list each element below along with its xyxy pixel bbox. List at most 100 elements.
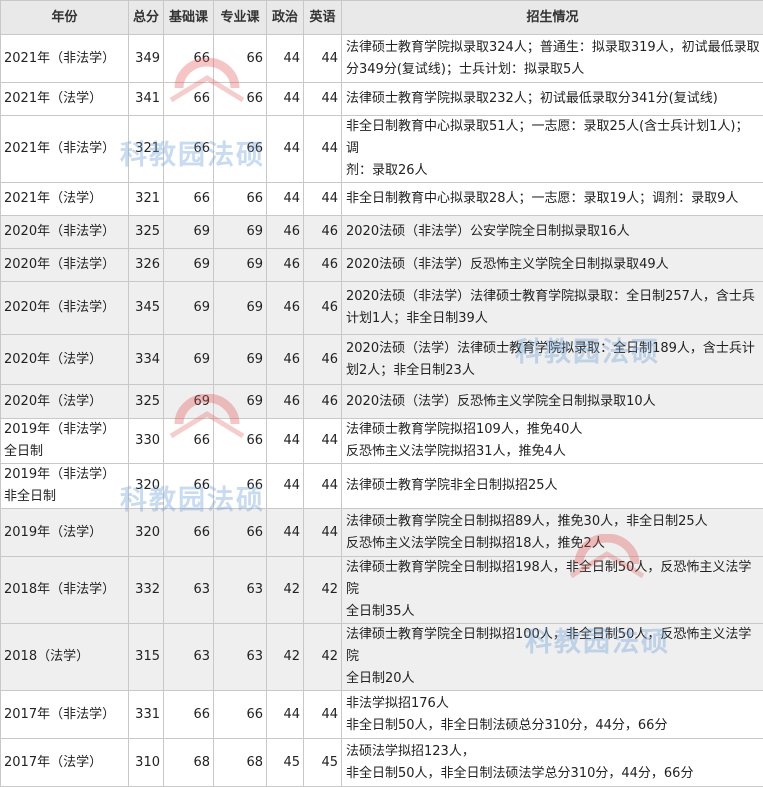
cell-total: 330 <box>129 419 164 464</box>
cell-politics: 46 <box>267 335 304 385</box>
cell-major: 66 <box>214 691 267 739</box>
cell-major: 66 <box>214 464 267 509</box>
table-row: 2020年（非法学）325696946462020法硕（非法学）公安学院全日制拟… <box>1 216 763 249</box>
table-body: 2021年（非法学）34966664444法律硕士教育学院拟录取324人；普通生… <box>1 35 763 787</box>
cell-major: 66 <box>214 35 267 83</box>
info-line: 非全日制50人，非全日制法硕法学总分310分，44分，66分 <box>346 763 760 785</box>
cell-year: 2017年（法学） <box>1 739 129 787</box>
cell-major: 66 <box>214 116 267 183</box>
header-year: 年份 <box>1 1 129 35</box>
cell-english: 44 <box>304 83 342 116</box>
cell-total: 321 <box>129 116 164 183</box>
cell-total: 315 <box>129 624 164 691</box>
cell-year: 2019年（法学） <box>1 509 129 557</box>
cell-english: 46 <box>304 385 342 419</box>
cell-politics: 44 <box>267 83 304 116</box>
cell-info: 法律硕士教育学院全日制拟招198人，非全日制50人，反恐怖主义法学院全日制35人 <box>342 557 763 624</box>
cell-info: 法律硕士教育学院非全日制拟招25人 <box>342 464 763 509</box>
cell-info: 2020法硕（法学）法律硕士教育学院拟录取：全日制189人，含士兵计划2人；非全… <box>342 335 763 385</box>
info-line: 非法学拟招176人 <box>346 693 760 715</box>
cell-politics: 46 <box>267 249 304 282</box>
cell-year: 2021年（非法学） <box>1 116 129 183</box>
cell-info: 法律硕士教育学院拟录取324人；普通生：拟录取319人，初试最低录取分349分(… <box>342 35 763 83</box>
cell-major: 66 <box>214 83 267 116</box>
info-line: 划2人；非全日制23人 <box>346 360 760 382</box>
cell-total: 326 <box>129 249 164 282</box>
cell-total: 349 <box>129 35 164 83</box>
cell-basic: 66 <box>164 509 214 557</box>
cell-english: 44 <box>304 464 342 509</box>
table-row: 2018（法学）31563634242法律硕士教育学院全日制拟招100人，非全日… <box>1 624 763 691</box>
cell-basic: 66 <box>164 83 214 116</box>
cell-english: 46 <box>304 216 342 249</box>
cell-year: 2019年（非法学）非全日制 <box>1 464 129 509</box>
cell-info: 2020法硕（法学）反恐怖主义学院全日制拟录取10人 <box>342 385 763 419</box>
cell-politics: 44 <box>267 35 304 83</box>
cell-politics: 44 <box>267 183 304 216</box>
info-line: 非全日制教育中心拟录取51人；一志愿：录取25人(含士兵计划1人)；调 <box>346 116 760 160</box>
info-line: 法律硕士教育学院全日制拟招198人，非全日制50人，反恐怖主义法学院 <box>346 557 760 601</box>
header-english: 英语 <box>304 1 342 35</box>
cell-year: 2018（法学） <box>1 624 129 691</box>
cell-politics: 42 <box>267 557 304 624</box>
table-row: 2021年（非法学）34966664444法律硕士教育学院拟录取324人；普通生… <box>1 35 763 83</box>
cell-year: 2020年（法学） <box>1 385 129 419</box>
cell-info: 非全日制教育中心拟录取28人；一志愿：录取19人；调剂：录取9人 <box>342 183 763 216</box>
cell-total: 331 <box>129 691 164 739</box>
cell-info: 法律硕士教育学院全日制拟招89人，推免30人，非全日制25人反恐怖主义法学院全日… <box>342 509 763 557</box>
info-line: 全日制20人 <box>346 668 760 690</box>
cell-english: 44 <box>304 509 342 557</box>
cell-total: 345 <box>129 282 164 335</box>
header-info: 招生情况 <box>342 1 763 35</box>
info-line: 分349分(复试线)；士兵计划：拟录取5人 <box>346 59 760 81</box>
cell-year: 2020年（法学） <box>1 335 129 385</box>
cell-major: 63 <box>214 624 267 691</box>
cell-info: 法硕法学拟招123人，非全日制50人，非全日制法硕法学总分310分，44分，66… <box>342 739 763 787</box>
header-total: 总分 <box>129 1 164 35</box>
info-line: 非全日制50人，非全日制法硕总分310分，44分，66分 <box>346 715 760 737</box>
cell-total: 334 <box>129 335 164 385</box>
cell-year: 2018年（非法学） <box>1 557 129 624</box>
cell-year: 2021年（法学） <box>1 83 129 116</box>
table-row: 2021年（非法学）32166664444非全日制教育中心拟录取51人；一志愿：… <box>1 116 763 183</box>
cell-basic: 69 <box>164 216 214 249</box>
cell-major: 69 <box>214 216 267 249</box>
table-row: 2017年（法学）31068684545法硕法学拟招123人，非全日制50人，非… <box>1 739 763 787</box>
cell-year: 2021年（法学） <box>1 183 129 216</box>
cell-info: 非法学拟招176人非全日制50人，非全日制法硕总分310分，44分，66分 <box>342 691 763 739</box>
table-row: 2021年（法学）34166664444法律硕士教育学院拟录取232人；初试最低… <box>1 83 763 116</box>
cell-english: 44 <box>304 691 342 739</box>
table-row: 2020年（法学）325696946462020法硕（法学）反恐怖主义学院全日制… <box>1 385 763 419</box>
cell-total: 321 <box>129 183 164 216</box>
cell-info: 2020法硕（非法学）法律硕士教育学院拟录取：全日制257人，含士兵计划1人；非… <box>342 282 763 335</box>
cell-english: 42 <box>304 624 342 691</box>
cell-english: 46 <box>304 282 342 335</box>
cell-total: 320 <box>129 464 164 509</box>
cell-basic: 66 <box>164 419 214 464</box>
info-line: 法律硕士教育学院拟录取324人；普通生：拟录取319人，初试最低录取 <box>346 37 760 59</box>
info-line: 全日制35人 <box>346 601 760 623</box>
cell-politics: 44 <box>267 419 304 464</box>
cell-politics: 46 <box>267 282 304 335</box>
info-line: 剂：录取26人 <box>346 160 760 182</box>
cell-year: 2020年（非法学） <box>1 249 129 282</box>
table-row: 2019年（非法学）非全日制32066664444法律硕士教育学院非全日制拟招2… <box>1 464 763 509</box>
table-row: 2020年（非法学）326696946462020法硕（非法学）反恐怖主义学院全… <box>1 249 763 282</box>
cell-major: 69 <box>214 282 267 335</box>
cell-info: 法律硕士教育学院拟录取232人；初试最低录取分341分(复试线) <box>342 83 763 116</box>
cell-total: 341 <box>129 83 164 116</box>
cell-politics: 44 <box>267 691 304 739</box>
cell-major: 66 <box>214 509 267 557</box>
table-row: 2019年（非法学）全日制33066664444法律硕士教育学院拟招109人，推… <box>1 419 763 464</box>
cell-basic: 66 <box>164 116 214 183</box>
cell-year: 2017年（非法学） <box>1 691 129 739</box>
cell-english: 46 <box>304 249 342 282</box>
cell-basic: 63 <box>164 557 214 624</box>
info-line: 法律硕士教育学院全日制拟招100人，非全日制50人，反恐怖主义法学院 <box>346 624 760 668</box>
cell-info: 法律硕士教育学院全日制拟招100人，非全日制50人，反恐怖主义法学院全日制20人 <box>342 624 763 691</box>
cell-info: 2020法硕（非法学）公安学院全日制拟录取16人 <box>342 216 763 249</box>
cell-politics: 46 <box>267 385 304 419</box>
cell-total: 325 <box>129 216 164 249</box>
info-line: 2020法硕（非法学）反恐怖主义学院全日制拟录取49人 <box>346 254 760 276</box>
info-line: 2020法硕（法学）反恐怖主义学院全日制拟录取10人 <box>346 391 760 413</box>
